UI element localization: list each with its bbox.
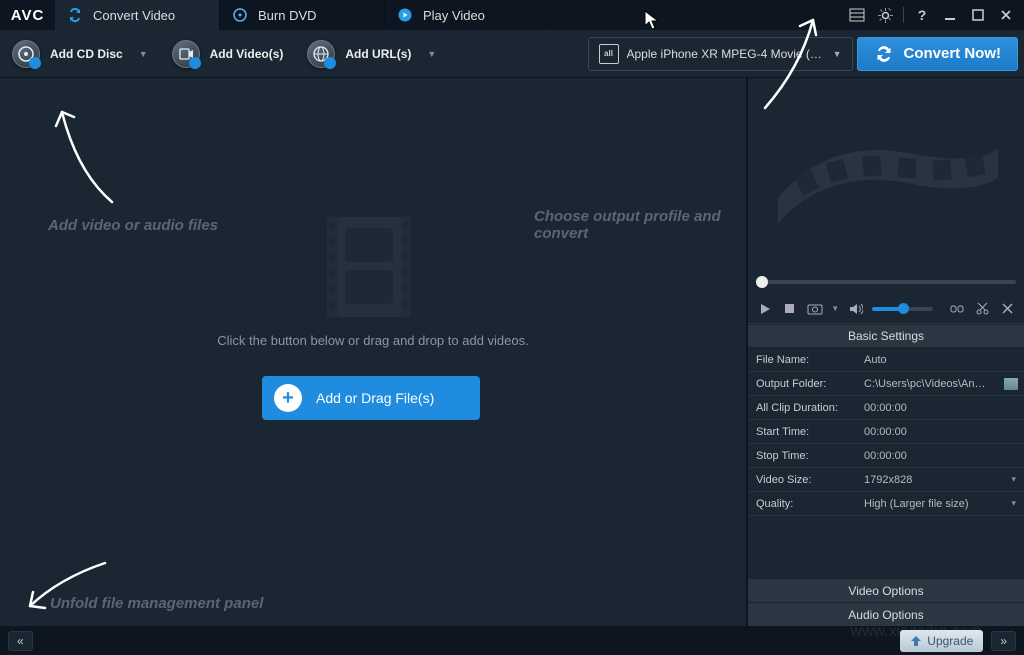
volume-icon[interactable]: [847, 300, 864, 318]
add-videos-button[interactable]: Add Video(s): [166, 36, 298, 72]
snapshot-button[interactable]: [806, 300, 823, 318]
plus-circle-icon: +: [274, 384, 302, 412]
expand-panel-button[interactable]: »: [991, 631, 1016, 651]
video-plus-icon: [172, 40, 200, 68]
close-icon[interactable]: [996, 5, 1016, 25]
tab-label: Convert Video: [93, 8, 175, 23]
setting-label: Quality:: [748, 498, 858, 510]
main-area: Add video or audio files Choose output p…: [0, 78, 1024, 626]
titlebar-right: ?: [847, 5, 1024, 25]
crop-icon[interactable]: [999, 300, 1016, 318]
setting-row-clip-duration: All Clip Duration: 00:00:00: [748, 396, 1024, 420]
setting-value-dropdown[interactable]: High (Larger file size): [858, 498, 1024, 510]
setting-label: Output Folder:: [748, 378, 858, 390]
setting-row-output-folder: Output Folder: C:\Users\pc\Videos\An…: [748, 372, 1024, 396]
video-options-header[interactable]: Video Options: [748, 578, 1024, 602]
play-icon: [397, 7, 413, 23]
right-panel: ▼ Basic Settings File Name: Auto Output …: [748, 78, 1024, 626]
titlebar: AVC Convert Video Burn DVD Play Video ?: [0, 0, 1024, 30]
setting-row-quality: Quality: High (Larger file size): [748, 492, 1024, 516]
hint-unfold-panel: Unfold file management panel: [50, 595, 263, 612]
drop-hint-text: Click the button below or drag and drop …: [0, 333, 746, 348]
hint-choose-profile: Choose output profile and convert: [534, 208, 734, 242]
button-label: Add or Drag File(s): [316, 390, 434, 406]
setting-value[interactable]: C:\Users\pc\Videos\An…: [858, 378, 1024, 390]
maximize-icon[interactable]: [968, 5, 988, 25]
minimize-icon[interactable]: [940, 5, 960, 25]
add-urls-button[interactable]: Add URL(s) ▼: [301, 36, 450, 72]
setting-row-video-size: Video Size: 1792x828: [748, 468, 1024, 492]
setting-value[interactable]: 00:00:00: [858, 450, 1024, 462]
setting-value[interactable]: 00:00:00: [858, 426, 1024, 438]
setting-value[interactable]: Auto: [858, 354, 1024, 366]
setting-label: Video Size:: [748, 474, 858, 486]
setting-value: 00:00:00: [858, 402, 1024, 414]
tab-label: Play Video: [423, 8, 485, 23]
link-icon[interactable]: [949, 300, 966, 318]
button-label: Add URL(s): [345, 47, 411, 61]
menu-icon[interactable]: [847, 5, 867, 25]
chevron-down-icon: ▼: [427, 49, 436, 59]
convert-now-button[interactable]: Convert Now!: [857, 37, 1019, 71]
dvd-icon: [232, 7, 248, 23]
file-list-pane[interactable]: Add video or audio files Choose output p…: [0, 78, 748, 626]
chevron-down-icon[interactable]: ▼: [831, 304, 839, 313]
arrow-annotation: [42, 92, 122, 212]
tab-play-video[interactable]: Play Video: [385, 0, 550, 30]
tab-convert-video[interactable]: Convert Video: [55, 0, 220, 30]
film-roll-icon: [768, 118, 1008, 238]
basic-settings-header: Basic Settings: [748, 324, 1024, 348]
film-placeholder-icon: [325, 214, 419, 320]
player-controls: ▼: [748, 294, 1024, 324]
globe-plus-icon: [307, 40, 335, 68]
seek-thumb[interactable]: [756, 276, 768, 288]
chevron-down-icon: ▼: [139, 49, 148, 59]
watermark-text: www.xiazaiba.com: [850, 623, 982, 641]
collapse-panel-button[interactable]: «: [8, 631, 33, 651]
app-logo: AVC: [0, 7, 55, 24]
tab-strip: Convert Video Burn DVD Play Video: [55, 0, 550, 30]
tab-label: Burn DVD: [258, 8, 317, 23]
cut-icon[interactable]: [974, 300, 991, 318]
setting-label: File Name:: [748, 354, 858, 366]
chevron-down-icon: ▼: [833, 49, 842, 59]
play-button[interactable]: [756, 300, 773, 318]
button-label: Add CD Disc: [50, 47, 123, 61]
seek-bar[interactable]: [748, 276, 1024, 294]
gear-icon[interactable]: [875, 5, 895, 25]
video-preview: [748, 78, 1024, 276]
setting-label: Stop Time:: [748, 450, 858, 462]
button-label: Add Video(s): [210, 47, 284, 61]
setting-label: Start Time:: [748, 426, 858, 438]
browse-folder-icon[interactable]: [1004, 378, 1018, 390]
tab-burn-dvd[interactable]: Burn DVD: [220, 0, 385, 30]
setting-row-filename: File Name: Auto: [748, 348, 1024, 372]
button-label: Convert Now!: [904, 45, 1002, 62]
toolbar: Add CD Disc ▼ Add Video(s) Add URL(s) ▼ …: [0, 30, 1024, 78]
disc-plus-icon: [12, 40, 40, 68]
help-icon[interactable]: ?: [912, 5, 932, 25]
convert-icon: [67, 7, 83, 23]
profile-label: Apple iPhone XR MPEG-4 Movie (*.m…: [627, 47, 825, 61]
add-or-drag-files-button[interactable]: + Add or Drag File(s): [262, 376, 480, 420]
setting-value-dropdown[interactable]: 1792x828: [858, 474, 1024, 486]
hint-add-files: Add video or audio files: [48, 217, 218, 234]
setting-row-stop-time: Stop Time: 00:00:00: [748, 444, 1024, 468]
stop-button[interactable]: [781, 300, 798, 318]
refresh-icon: [874, 44, 894, 64]
setting-label: All Clip Duration:: [748, 402, 858, 414]
setting-row-start-time: Start Time: 00:00:00: [748, 420, 1024, 444]
output-profile-selector[interactable]: all Apple iPhone XR MPEG-4 Movie (*.m… ▼: [588, 37, 853, 71]
profile-all-icon: all: [599, 44, 619, 64]
add-cd-disc-button[interactable]: Add CD Disc ▼: [6, 36, 162, 72]
volume-slider[interactable]: [872, 307, 933, 311]
